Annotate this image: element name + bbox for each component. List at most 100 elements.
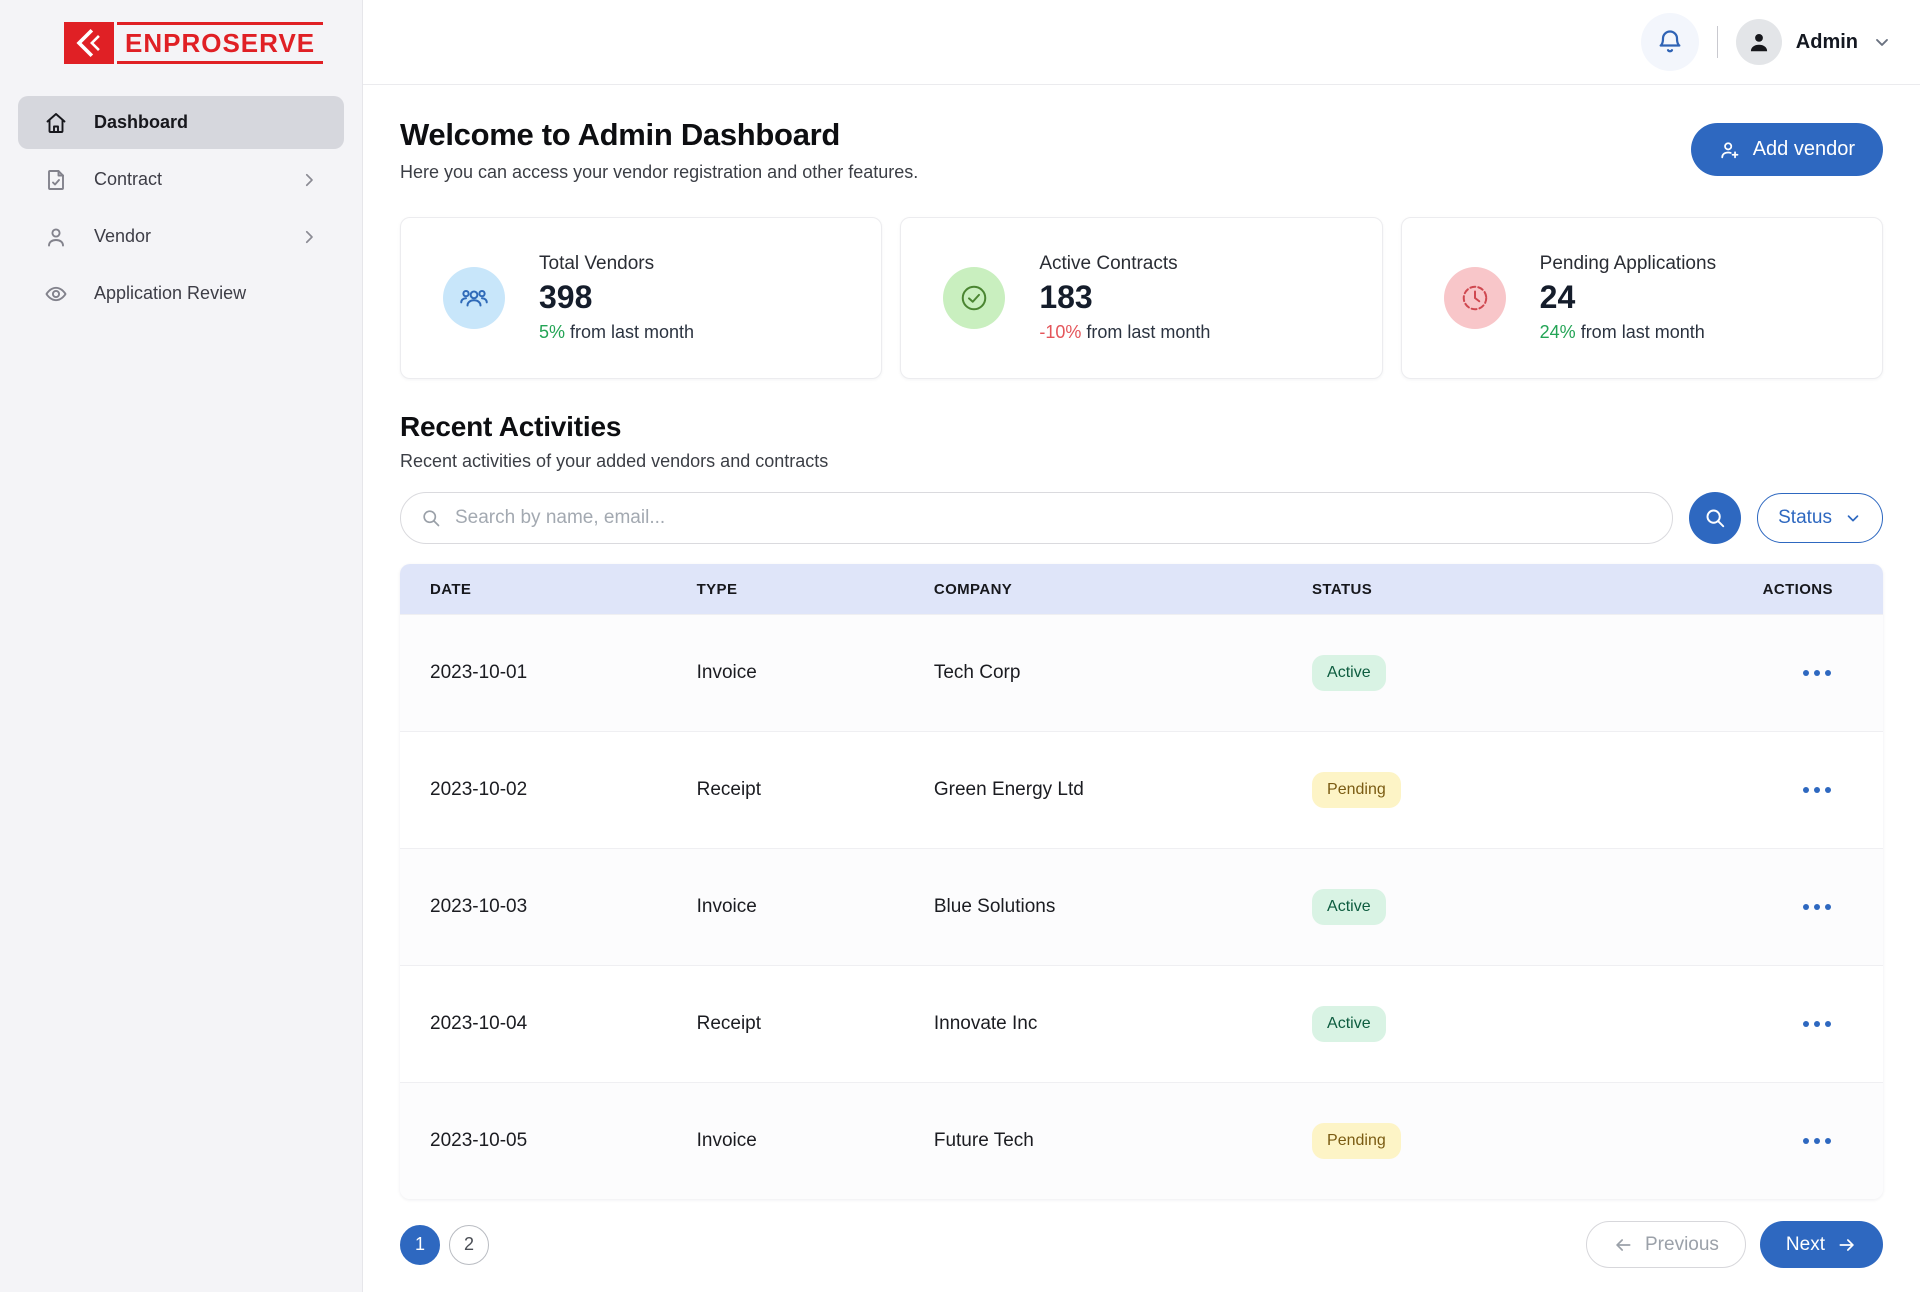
sidebar-item-contract[interactable]: Contract [18, 153, 344, 206]
cell-date: 2023-10-05 [400, 1130, 697, 1152]
previous-button[interactable]: Previous [1586, 1221, 1746, 1268]
main-content: Welcome to Admin Dashboard Here you can … [363, 85, 1920, 1292]
clock-icon [1444, 267, 1506, 329]
status-badge: Active [1312, 889, 1386, 925]
next-button[interactable]: Next [1760, 1221, 1883, 1268]
search-input[interactable] [455, 507, 1652, 529]
stat-value: 183 [1039, 279, 1210, 316]
row-actions-button[interactable] [1801, 1130, 1833, 1152]
brand-logo[interactable]: ENPROSERVE [64, 22, 362, 64]
table-row: 2023-10-05 Invoice Future Tech Pending [400, 1082, 1883, 1199]
brand-chevron-icon [64, 22, 114, 64]
page-title: Welcome to Admin Dashboard [400, 117, 918, 153]
stat-delta: 5% from last month [539, 322, 694, 343]
chevron-down-icon [1872, 32, 1892, 52]
column-header-date: DATE [400, 581, 697, 598]
status-filter-label: Status [1778, 507, 1832, 529]
user-plus-icon [1719, 139, 1741, 161]
page-button-2[interactable]: 2 [449, 1225, 489, 1265]
welcome-block: Welcome to Admin Dashboard Here you can … [400, 117, 918, 183]
topbar: Admin [363, 0, 1920, 85]
cell-type: Invoice [697, 1130, 934, 1152]
column-header-status: STATUS [1312, 581, 1646, 598]
sidebar-item-application-review[interactable]: Application Review [18, 267, 344, 320]
sidebar-item-label: Dashboard [94, 112, 188, 133]
stat-value: 24 [1540, 279, 1716, 316]
recent-activities-title: Recent Activities [400, 411, 1883, 443]
users-icon [443, 267, 505, 329]
avatar [1736, 19, 1782, 65]
row-actions-button[interactable] [1801, 779, 1833, 801]
table-row: 2023-10-03 Invoice Blue Solutions Active [400, 848, 1883, 965]
stat-delta: -10% from last month [1039, 322, 1210, 343]
search-button[interactable] [1689, 492, 1741, 544]
notifications-button[interactable] [1641, 13, 1699, 71]
user-menu[interactable]: Admin [1736, 19, 1892, 65]
stat-card-pending-applications: Pending Applications 24 24% from last mo… [1401, 217, 1883, 379]
pagination: 1 2 Previous Next [400, 1221, 1883, 1268]
sidebar-item-label: Application Review [94, 283, 246, 304]
cell-type: Invoice [697, 896, 934, 918]
cell-type: Invoice [697, 662, 934, 684]
cell-date: 2023-10-04 [400, 1013, 697, 1035]
cell-type: Receipt [697, 1013, 934, 1035]
stat-label: Pending Applications [1540, 253, 1716, 275]
page-button-1[interactable]: 1 [400, 1225, 440, 1265]
status-badge: Pending [1312, 1123, 1401, 1159]
cell-date: 2023-10-03 [400, 896, 697, 918]
row-actions-button[interactable] [1801, 1013, 1833, 1035]
person-icon [44, 225, 68, 249]
brand-name: ENPROSERVE [117, 22, 323, 64]
sidebar-item-label: Contract [94, 169, 162, 190]
status-badge: Active [1312, 1006, 1386, 1042]
chevron-right-icon [300, 171, 318, 189]
column-header-type: TYPE [697, 581, 934, 598]
stat-card-active-contracts: Active Contracts 183 -10% from last mont… [900, 217, 1382, 379]
arrow-left-icon [1613, 1235, 1633, 1255]
sidebar-item-dashboard[interactable]: Dashboard [18, 96, 344, 149]
sidebar-item-label: Vendor [94, 226, 151, 247]
contract-icon [44, 168, 68, 192]
cell-company: Innovate Inc [934, 1013, 1312, 1035]
column-header-actions: ACTIONS [1646, 581, 1883, 598]
check-circle-icon [943, 267, 1005, 329]
stat-label: Total Vendors [539, 253, 694, 275]
add-vendor-button[interactable]: Add vendor [1691, 123, 1883, 176]
status-badge: Pending [1312, 772, 1401, 808]
cell-company: Future Tech [934, 1130, 1312, 1152]
cell-date: 2023-10-02 [400, 779, 697, 801]
row-actions-button[interactable] [1801, 896, 1833, 918]
cell-company: Tech Corp [934, 662, 1312, 684]
recent-activities-table: DATE TYPE COMPANY STATUS ACTIONS 2023-10… [400, 564, 1883, 1199]
search-box [400, 492, 1673, 544]
previous-label: Previous [1645, 1234, 1719, 1256]
search-icon [421, 508, 441, 528]
cell-date: 2023-10-01 [400, 662, 697, 684]
status-filter-dropdown[interactable]: Status [1757, 493, 1883, 543]
avatar-person-icon [1746, 29, 1772, 55]
stat-delta: 24% from last month [1540, 322, 1716, 343]
sidebar-nav: Dashboard Contract [0, 96, 362, 320]
home-icon [44, 111, 68, 135]
topbar-divider [1717, 26, 1718, 58]
table-row: 2023-10-02 Receipt Green Energy Ltd Pend… [400, 731, 1883, 848]
sidebar-item-vendor[interactable]: Vendor [18, 210, 344, 263]
search-icon [1704, 507, 1726, 529]
chevron-down-icon [1844, 509, 1862, 527]
table-row: 2023-10-01 Invoice Tech Corp Active [400, 614, 1883, 731]
table-row: 2023-10-04 Receipt Innovate Inc Active [400, 965, 1883, 1082]
bell-icon [1656, 28, 1684, 56]
recent-activities-subtitle: Recent activities of your added vendors … [400, 451, 1883, 472]
stat-card-total-vendors: Total Vendors 398 5% from last month [400, 217, 882, 379]
cell-company: Green Energy Ltd [934, 779, 1312, 801]
arrow-right-icon [1837, 1235, 1857, 1255]
eye-icon [44, 282, 68, 306]
stat-label: Active Contracts [1039, 253, 1210, 275]
user-name: Admin [1796, 31, 1858, 54]
cell-type: Receipt [697, 779, 934, 801]
row-actions-button[interactable] [1801, 662, 1833, 684]
status-badge: Active [1312, 655, 1386, 691]
column-header-company: COMPANY [934, 581, 1312, 598]
stat-value: 398 [539, 279, 694, 316]
cell-company: Blue Solutions [934, 896, 1312, 918]
